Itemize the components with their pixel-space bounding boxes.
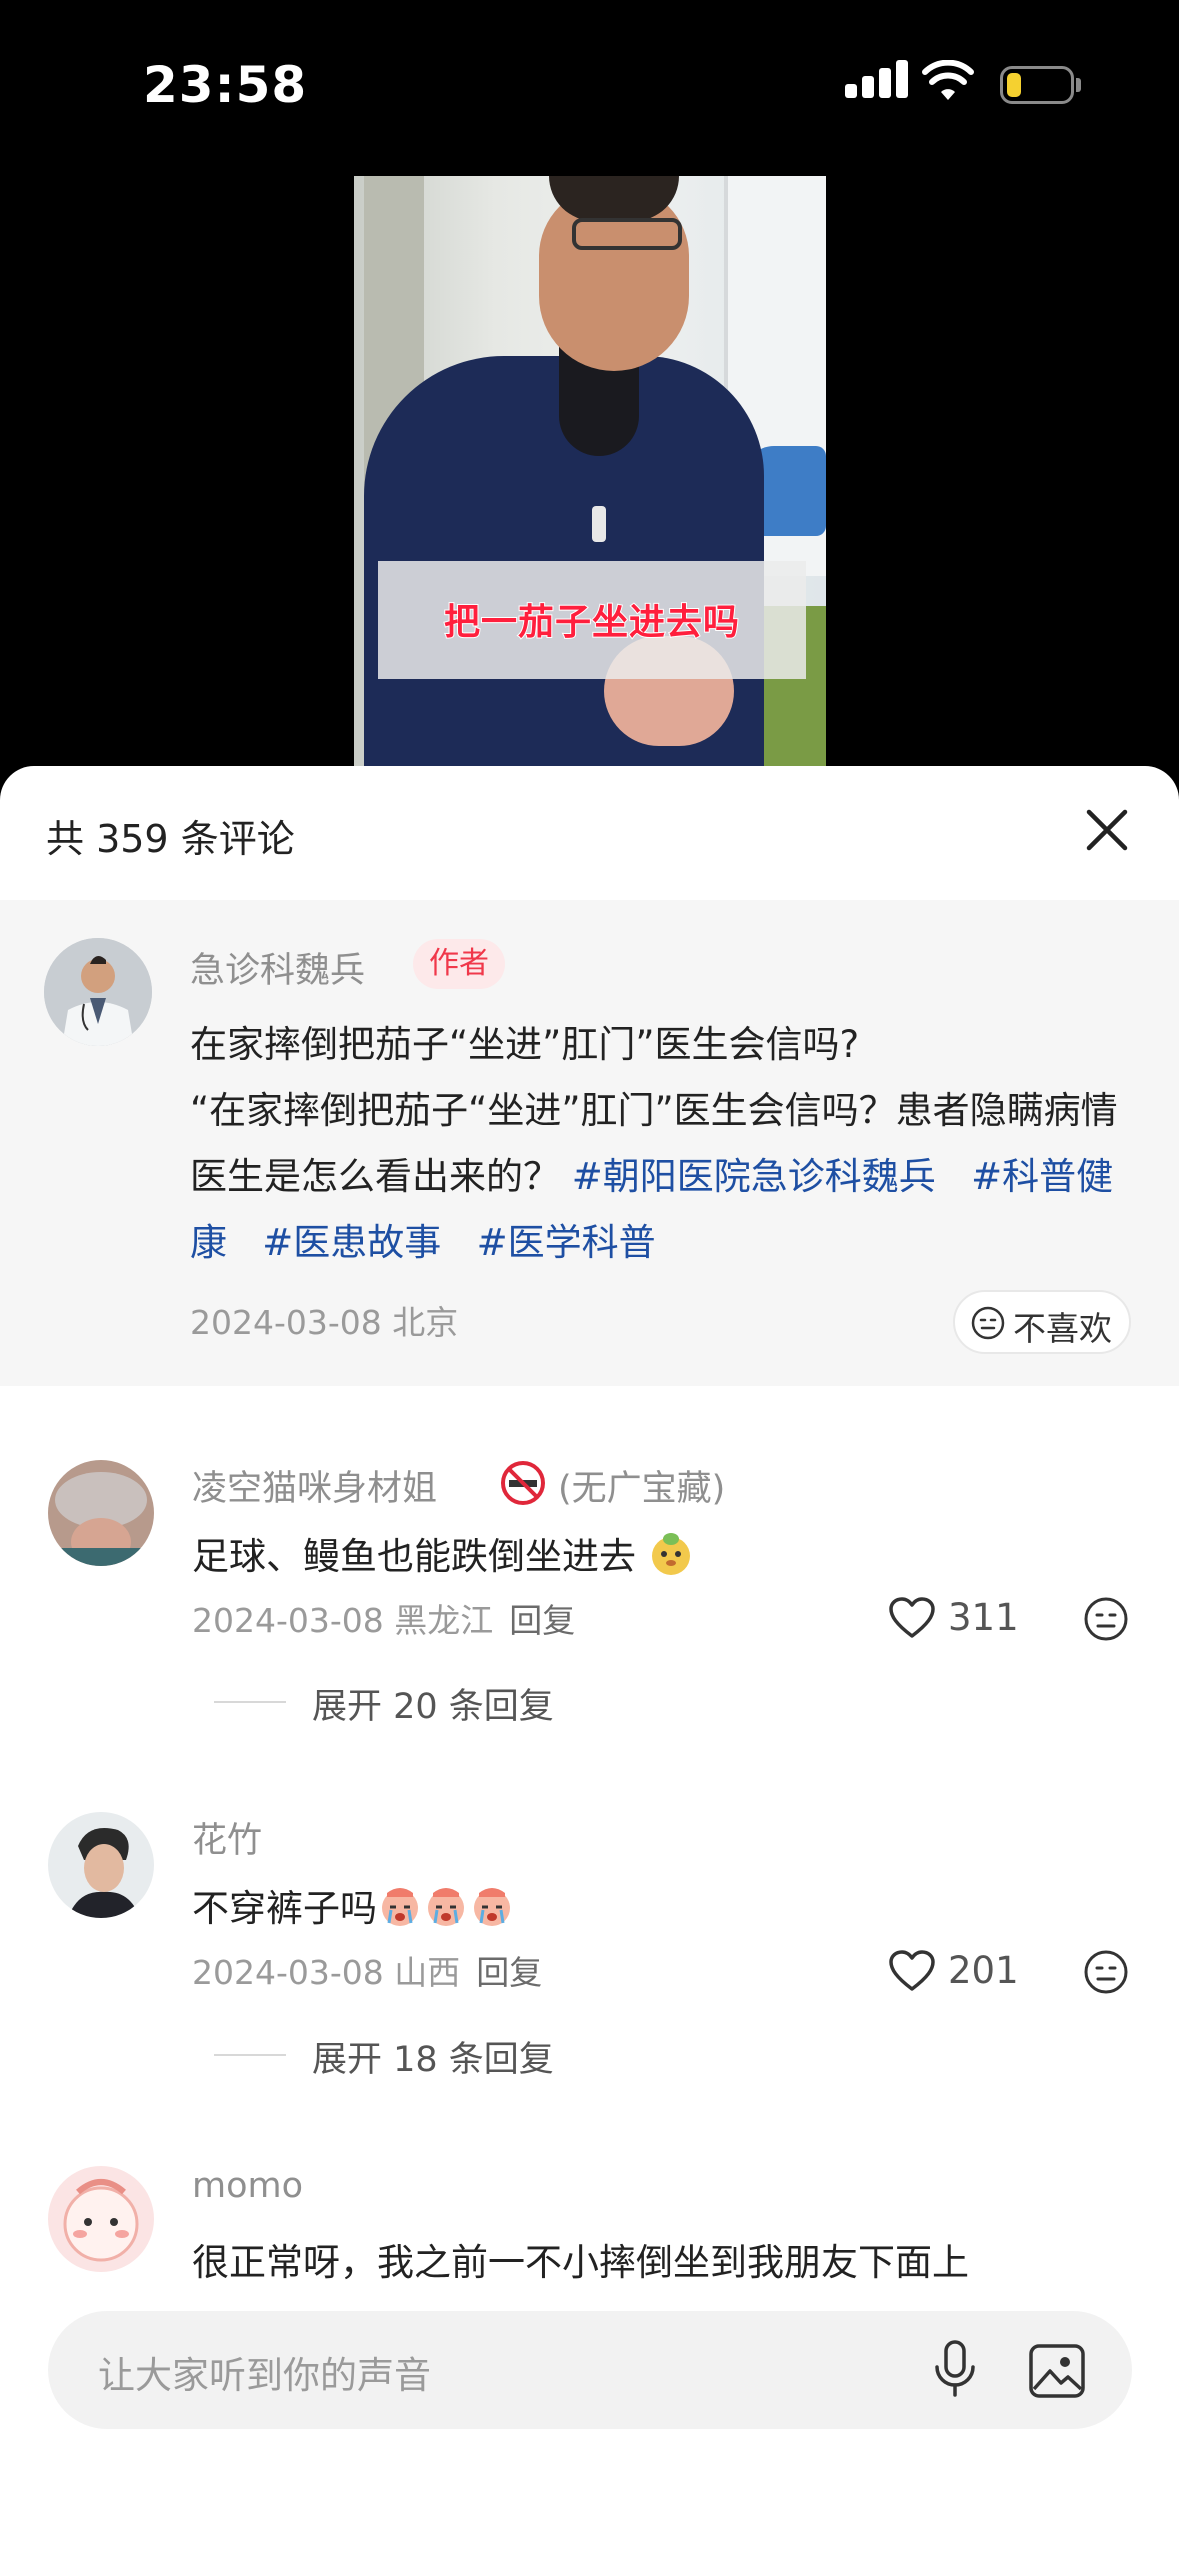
post-title: 在家摔倒把茄子“坐进”肛门”医生会信吗? [190, 1023, 860, 1066]
reply-button[interactable]: 回复 [509, 1601, 575, 1640]
video-caption-box: 把一茄子坐进去吗 [378, 561, 806, 679]
battery-icon [1000, 66, 1074, 104]
video-caption: 把一茄子坐进去吗 [443, 601, 740, 644]
commenter-avatar[interactable] [48, 2166, 154, 2272]
comments-sheet: 共 359 条评论 急诊科魏兵 作者 在家摔倒把茄子“坐进”肛门”医生会信吗? … [0, 766, 1179, 2556]
dislike-face-icon[interactable] [1083, 1949, 1129, 1995]
like-count: 201 [948, 1949, 1019, 1992]
expand-replies-button[interactable]: 展开 20 条回复 [312, 1678, 554, 1729]
comment-input-placeholder: 让大家听到你的声音 [98, 2354, 431, 2397]
author-name[interactable]: 急诊科魏兵 [190, 942, 365, 993]
user-photo-icon [48, 1460, 154, 1566]
post-date-location: 2024-03-08 北京 [190, 1303, 459, 1342]
dog-emoji-icon [651, 1533, 690, 1575]
status-bar: 23:58 [0, 0, 1179, 170]
comment-text: 很正常呀，我之前一不小摔倒坐到我朋友下面上 [192, 2241, 969, 2284]
comment-input[interactable]: 让大家听到你的声音 [48, 2311, 1132, 2429]
expand-divider [214, 2054, 286, 2056]
crying-emoji-icon [382, 1888, 510, 1926]
commenter-name-suffix: (无广宝藏) [558, 1469, 726, 1509]
meh-face-icon [971, 1306, 1005, 1340]
close-icon[interactable] [1085, 808, 1129, 852]
commenter-avatar[interactable] [48, 1812, 154, 1918]
hashtag-link[interactable]: #朝阳医院急诊科魏兵 [572, 1155, 936, 1198]
cartoon-avatar-icon [48, 2166, 154, 2272]
commenter-name[interactable]: momo [192, 2166, 303, 2206]
status-time: 23:58 [143, 56, 308, 114]
comment-text: 足球、鳗鱼也能跌倒坐进去 [192, 1526, 694, 1580]
author-tag-badge: 作者 [413, 939, 505, 989]
comment-count: 共 359 条评论 [46, 817, 295, 861]
like-count: 311 [948, 1596, 1019, 1639]
microphone-icon[interactable] [930, 2339, 980, 2401]
reply-button[interactable]: 回复 [476, 1953, 542, 1992]
user-photo-icon [48, 1812, 154, 1918]
doctor-avatar-icon [44, 938, 152, 1046]
comment-date-location: 2024-03-08 山西 回复 [192, 1953, 543, 1992]
hashtag-link[interactable]: #医患故事 [262, 1221, 441, 1264]
comment-date-location: 2024-03-08 黑龙江 回复 [192, 1601, 576, 1640]
dislike-face-icon[interactable] [1083, 1596, 1129, 1642]
comments-header: 共 359 条评论 [0, 766, 1179, 900]
author-post: 急诊科魏兵 作者 在家摔倒把茄子“坐进”肛门”医生会信吗? “在家摔倒把茄子“坐… [0, 900, 1179, 1386]
no-smoking-icon [501, 1461, 545, 1505]
expand-replies-button[interactable]: 展开 18 条回复 [312, 2031, 554, 2082]
author-avatar[interactable] [44, 938, 152, 1046]
video-player[interactable]: 把一茄子坐进去吗 [354, 176, 826, 766]
battery-nub [1076, 78, 1081, 92]
heart-icon[interactable] [888, 1949, 936, 1993]
heart-icon[interactable] [888, 1596, 936, 1640]
commenter-name[interactable]: 花竹 [192, 1812, 262, 1863]
commenter-name[interactable]: 凌空猫咪身材姐 [192, 1460, 437, 1511]
commenter-avatar[interactable] [48, 1460, 154, 1566]
image-icon[interactable] [1028, 2343, 1086, 2399]
dislike-button[interactable]: 不喜欢 [953, 1290, 1131, 1354]
hashtag-link[interactable]: #医学科普 [477, 1221, 656, 1264]
home-indicator [0, 2546, 1179, 2556]
comment-text: 不穿裤子吗 [192, 1878, 515, 1932]
author-post-text: 在家摔倒把茄子“坐进”肛门”医生会信吗? “在家摔倒把茄子“坐进”肛门”医生会信… [190, 1012, 1140, 1276]
wifi-icon [922, 60, 974, 100]
expand-divider [214, 1701, 286, 1703]
dislike-label: 不喜欢 [1013, 1309, 1112, 1348]
